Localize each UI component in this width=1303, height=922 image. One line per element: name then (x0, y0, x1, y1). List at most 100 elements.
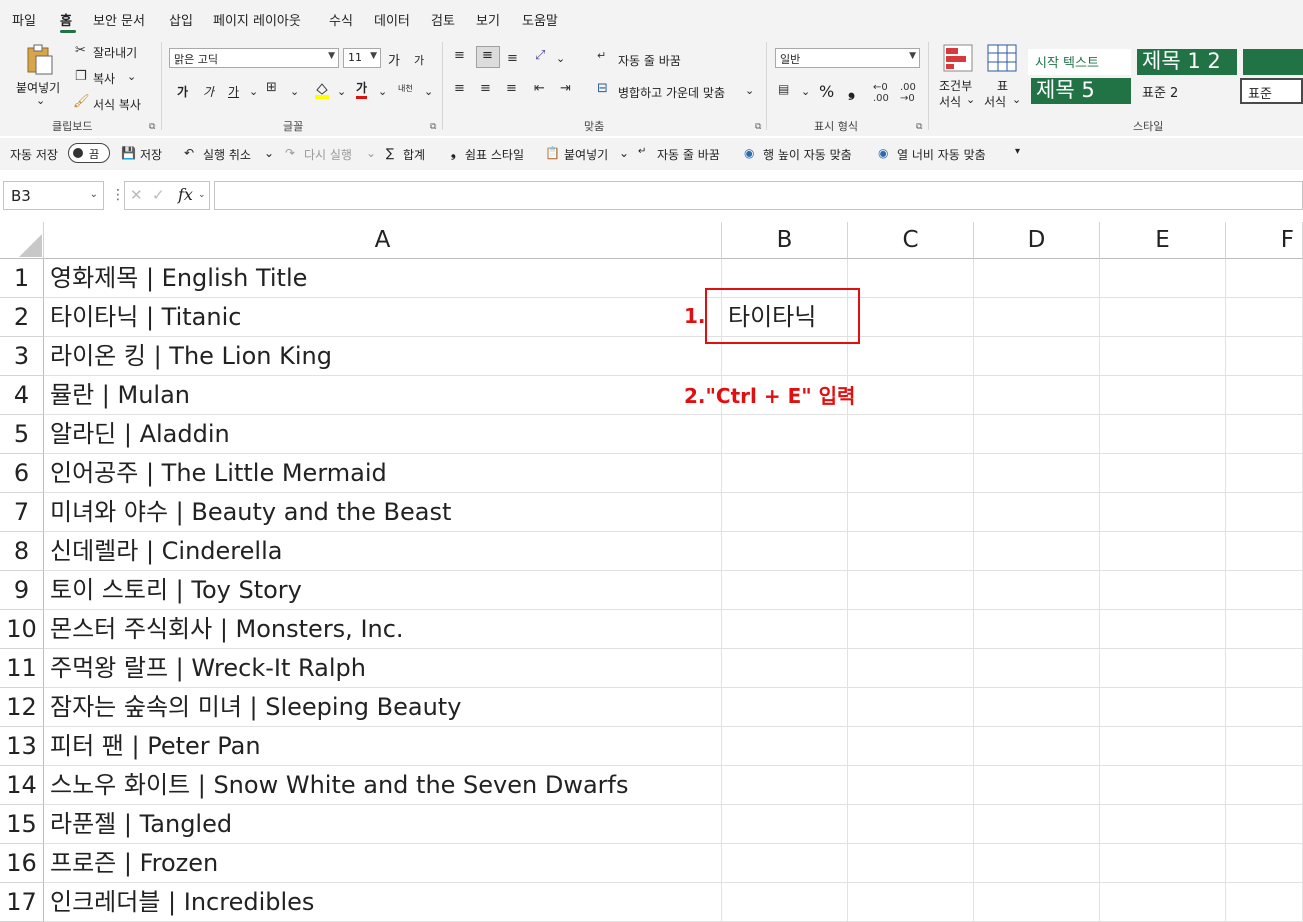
cell-c9[interactable] (848, 571, 974, 610)
cell-d3[interactable] (974, 337, 1100, 376)
bold-button[interactable]: 가 (177, 83, 188, 100)
cell-d9[interactable] (974, 571, 1100, 610)
font-color-button[interactable]: 가 (356, 81, 368, 99)
increase-decimal-icon[interactable]: ←0.00 (873, 82, 889, 104)
cell-b10[interactable] (722, 610, 848, 649)
align-center-icon[interactable]: ≡ (480, 81, 491, 96)
percent-button[interactable]: % (819, 82, 834, 101)
menu-security-doc[interactable]: 보안 문서 (93, 10, 145, 29)
shrink-font-button[interactable]: 가 (414, 52, 424, 68)
cell-d5[interactable] (974, 415, 1100, 454)
cell-a4[interactable]: 뮬란 | Mulan (44, 376, 722, 415)
menu-data[interactable]: 데이터 (374, 10, 410, 29)
cell-a10[interactable]: 몬스터 주식회사 | Monsters, Inc. (44, 610, 722, 649)
paste-button[interactable]: 붙여넣기 (564, 146, 608, 163)
row-header[interactable]: 14 (0, 766, 44, 805)
wrap-text-button[interactable]: 자동 줄 바꿈 (657, 146, 720, 163)
fill-color-icon[interactable] (314, 81, 330, 99)
align-left-icon[interactable]: ≡ (454, 81, 465, 96)
cell-d17[interactable] (974, 883, 1100, 922)
cell-d14[interactable] (974, 766, 1100, 805)
cell-e13[interactable] (1100, 727, 1226, 766)
row-header[interactable]: 9 (0, 571, 44, 610)
cell-b16[interactable] (722, 844, 848, 883)
cell-e4[interactable] (1100, 376, 1226, 415)
cell-d11[interactable] (974, 649, 1100, 688)
decrease-decimal-icon[interactable]: .00 →0 (900, 82, 916, 104)
autosave-toggle[interactable]: 끔 (68, 143, 110, 163)
wrap-text-button[interactable]: 자동 줄 바꿈 (618, 52, 681, 69)
paste-dropdown-icon[interactable]: ⌄ (36, 94, 45, 107)
cell-b17[interactable] (722, 883, 848, 922)
paste-icon[interactable] (24, 44, 54, 76)
cell-c10[interactable] (848, 610, 974, 649)
redo-button[interactable]: 다시 실행 (304, 146, 352, 163)
redo-dropdown-icon[interactable]: ⌄ (366, 146, 376, 160)
formula-input[interactable] (214, 181, 1303, 210)
cell-f4[interactable] (1226, 376, 1303, 415)
cell-d10[interactable] (974, 610, 1100, 649)
cell-c6[interactable] (848, 454, 974, 493)
cell-a6[interactable]: 인어공주 | The Little Mermaid (44, 454, 722, 493)
cell-f15[interactable] (1226, 805, 1303, 844)
phonetic-button[interactable]: 내천 (398, 83, 413, 94)
cell-e1[interactable] (1100, 259, 1226, 298)
row-header[interactable]: 4 (0, 376, 44, 415)
cell-a13[interactable]: 피터 팬 | Peter Pan (44, 727, 722, 766)
menu-home[interactable]: 홈 (60, 10, 72, 29)
cell-a16[interactable]: 프로즌 | Frozen (44, 844, 722, 883)
menu-help[interactable]: 도움말 (522, 10, 558, 29)
orientation-icon[interactable]: ⤢ (535, 48, 545, 63)
phonetic-dropdown-icon[interactable]: ⌄ (424, 85, 433, 98)
cell-d4[interactable] (974, 376, 1100, 415)
cancel-icon[interactable]: ✕ (130, 186, 143, 204)
more-options-icon[interactable]: ⋮ (111, 187, 125, 203)
comma-style-button[interactable]: 쉼표 스타일 (465, 146, 524, 163)
row-header[interactable]: 3 (0, 337, 44, 376)
cell-c11[interactable] (848, 649, 974, 688)
cell-f3[interactable] (1226, 337, 1303, 376)
merge-center-button[interactable]: 병합하고 가운데 맞춤 (618, 84, 725, 101)
cell-f2[interactable] (1226, 298, 1303, 337)
row-header[interactable]: 1 (0, 259, 44, 298)
style-heading-12[interactable]: 제목 1 2 (1137, 49, 1237, 75)
format-table-label[interactable]: 표 (997, 77, 1008, 94)
chevron-down-icon[interactable]: ⌄ (198, 190, 206, 200)
cell-f14[interactable] (1226, 766, 1303, 805)
cell-b5[interactable] (722, 415, 848, 454)
cell-c2[interactable] (848, 298, 974, 337)
sum-button[interactable]: 합계 (403, 146, 425, 163)
save-button[interactable]: 저장 (140, 146, 162, 163)
style-normal-2[interactable]: 표준 2 (1137, 78, 1237, 104)
clipboard-launcher-icon[interactable]: ⧉ (149, 122, 155, 132)
cell-a8[interactable]: 신데렐라 | Cinderella (44, 532, 722, 571)
row-header[interactable]: 6 (0, 454, 44, 493)
conditional-format-label[interactable]: 조건부 (939, 77, 972, 94)
decrease-indent-icon[interactable]: ⇤ (534, 81, 545, 96)
cell-b7[interactable] (722, 493, 848, 532)
comma-button[interactable]: ❟ (848, 80, 855, 101)
cell-f17[interactable] (1226, 883, 1303, 922)
cell-f7[interactable] (1226, 493, 1303, 532)
column-header-f[interactable]: F (1226, 222, 1303, 259)
cell-e2[interactable] (1100, 298, 1226, 337)
number-format-combo[interactable]: 일반 ▼ (775, 48, 920, 68)
row-header[interactable]: 12 (0, 688, 44, 727)
underline-dropdown-icon[interactable]: ⌄ (249, 85, 258, 98)
cell-a5[interactable]: 알라딘 | Aladdin (44, 415, 722, 454)
menu-review[interactable]: 검토 (431, 10, 455, 29)
cell-b13[interactable] (722, 727, 848, 766)
cell-c13[interactable] (848, 727, 974, 766)
align-right-icon[interactable]: ≡ (506, 81, 517, 96)
cell-e14[interactable] (1100, 766, 1226, 805)
row-header[interactable]: 7 (0, 493, 44, 532)
cell-f11[interactable] (1226, 649, 1303, 688)
cell-e12[interactable] (1100, 688, 1226, 727)
accounting-dropdown-icon[interactable]: ⌄ (801, 85, 810, 98)
cell-c16[interactable] (848, 844, 974, 883)
border-icon[interactable]: ⊞ (266, 80, 277, 95)
cell-c5[interactable] (848, 415, 974, 454)
name-box[interactable]: B3 ⌄ (3, 181, 104, 210)
conditional-dropdown-icon[interactable]: ⌄ (966, 93, 975, 106)
cell-d2[interactable] (974, 298, 1100, 337)
